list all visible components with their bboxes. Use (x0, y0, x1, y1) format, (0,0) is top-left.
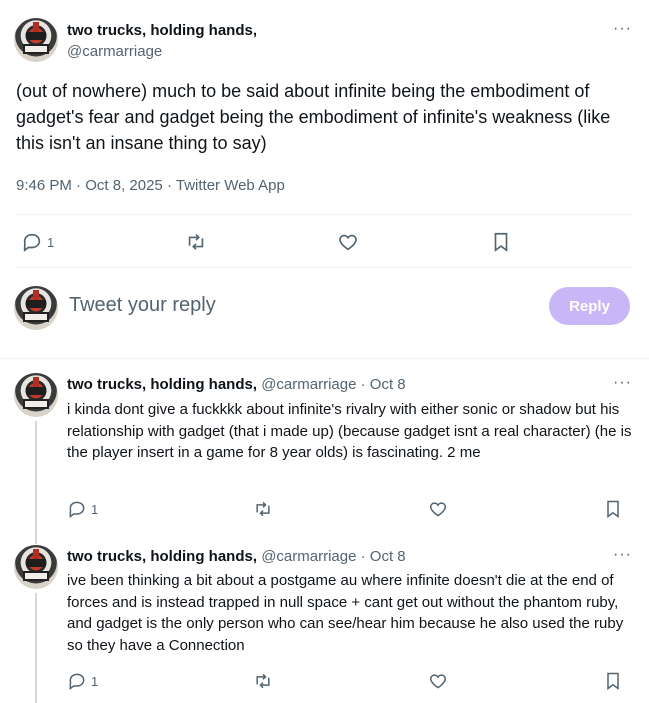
retweet-icon (256, 501, 270, 517)
display-name[interactable]: two trucks, holding hands, (67, 22, 257, 39)
heart-icon (430, 502, 447, 517)
more-options-icon[interactable]: ··· (613, 20, 632, 38)
like-action[interactable] (428, 671, 448, 691)
tweet-text: (out of nowhere) much to be said about i… (16, 81, 611, 153)
thread-line (35, 535, 37, 544)
like-action[interactable] (428, 499, 448, 519)
retweet-icon (188, 234, 204, 250)
tweet-text: ive been thinking a bit about a postgame… (67, 572, 624, 654)
reply-icon (23, 233, 41, 252)
display-name[interactable]: two trucks, holding hands, (67, 376, 257, 393)
tweet-header: two trucks, holding hands, @carmarriage … (67, 376, 406, 393)
tweet-date[interactable]: Oct 8 (370, 548, 406, 565)
tweet-header: two trucks, holding hands, @carmarriage … (67, 548, 406, 565)
tweet-text: i kinda dont give a fuckkkk about infini… (67, 401, 632, 461)
tweet-actions: 1 (67, 670, 623, 692)
tweet-time[interactable]: 9:46 PM (16, 177, 72, 194)
bookmark-icon (494, 232, 508, 252)
reply-action[interactable]: 1 (21, 231, 54, 253)
reply-count: 1 (47, 234, 55, 250)
bookmark-action[interactable] (603, 671, 623, 691)
reply-action[interactable]: 1 (67, 671, 98, 691)
display-name[interactable]: two trucks, holding hands, (67, 548, 257, 565)
tweet-actions: 1 (21, 229, 512, 255)
thread-line (35, 593, 37, 703)
reply-icon (69, 673, 85, 690)
heart-icon (430, 674, 447, 689)
user-handle[interactable]: @carmarriage (67, 43, 162, 60)
bookmark-icon (607, 672, 619, 690)
like-action[interactable] (337, 231, 359, 253)
reply-input[interactable]: Tweet your reply (69, 294, 216, 317)
retweet-action[interactable] (253, 671, 273, 691)
tweet-date[interactable]: Oct 8, 2025 (85, 177, 163, 194)
tweet-actions: 1 (67, 498, 623, 520)
retweet-action[interactable] (185, 231, 207, 253)
retweet-icon (256, 673, 270, 689)
avatar[interactable] (14, 545, 58, 589)
avatar[interactable] (14, 18, 58, 62)
bookmark-action[interactable] (603, 499, 623, 519)
retweet-action[interactable] (253, 499, 273, 519)
divider (16, 267, 633, 268)
tweet-source[interactable]: Twitter Web App (176, 177, 285, 194)
more-options-icon[interactable]: ··· (613, 546, 632, 564)
divider (0, 358, 649, 359)
tweet-meta: 9:46 PM · Oct 8, 2025 · Twitter Web App (16, 177, 285, 194)
avatar[interactable] (14, 373, 58, 417)
bookmark-icon (607, 500, 619, 518)
user-handle[interactable]: @carmarriage (261, 548, 356, 565)
divider (16, 214, 633, 215)
reply-count: 1 (91, 673, 99, 689)
reply-icon (69, 501, 85, 518)
more-options-icon[interactable]: ··· (613, 374, 632, 392)
bookmark-action[interactable] (490, 231, 512, 253)
reply-action[interactable]: 1 (67, 499, 98, 519)
heart-icon (339, 234, 358, 251)
tweet-date[interactable]: Oct 8 (370, 376, 406, 393)
reply-count: 1 (91, 501, 99, 517)
thread-line (35, 421, 37, 535)
reply-button[interactable]: Reply (549, 287, 630, 325)
user-handle[interactable]: @carmarriage (261, 376, 356, 393)
avatar (14, 286, 58, 330)
